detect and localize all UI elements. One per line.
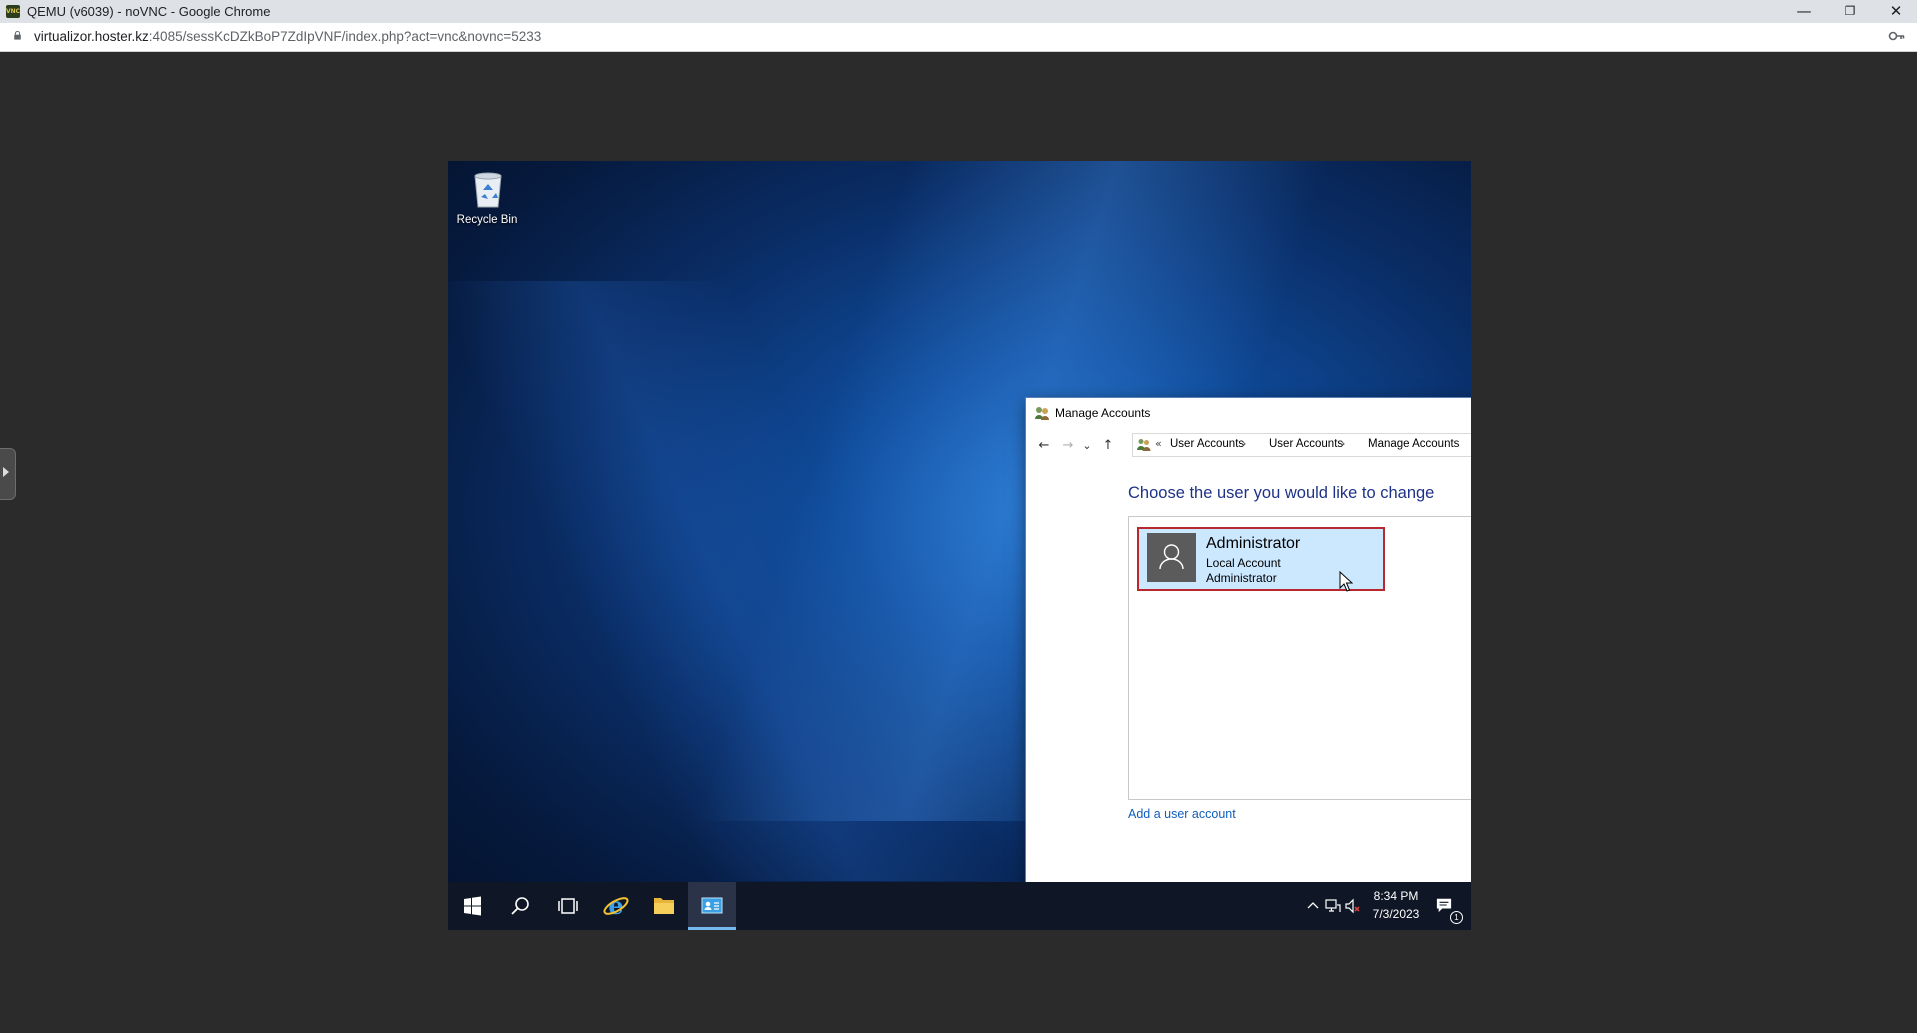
- svg-text:e: e: [608, 891, 623, 920]
- folder-icon: [654, 898, 674, 914]
- mouse-cursor-icon: [1339, 571, 1353, 592]
- browser-url[interactable]: virtualizor.hoster.kz:4085/sessKcDZkBoP7…: [34, 29, 541, 44]
- recycle-bin-label: Recycle Bin: [456, 214, 518, 226]
- taskbar: e 8:34 PM 7/3/2023 1: [448, 882, 1471, 930]
- url-host: virtualizor.hoster.kz: [34, 29, 149, 44]
- breadcrumb-separator[interactable]: ›: [1341, 437, 1345, 450]
- address-breadcrumb-bar[interactable]: « User Accounts › User Accounts › Manage…: [1132, 433, 1471, 457]
- search-button[interactable]: [496, 882, 544, 930]
- control-panel-icon: [701, 897, 723, 914]
- recycle-bin-shortcut[interactable]: Recycle Bin: [452, 168, 522, 234]
- forward-button[interactable]: →: [1058, 436, 1078, 456]
- recent-locations-button[interactable]: ⌄: [1077, 436, 1097, 456]
- breadcrumb-manage-accounts[interactable]: Manage Accounts: [1368, 438, 1459, 450]
- window-title: Manage Accounts: [1055, 406, 1151, 420]
- breadcrumb-overflow-button[interactable]: «: [1155, 437, 1162, 450]
- windows-logo-icon: [464, 896, 481, 916]
- account-list: Administrator Local Account Administrato…: [1128, 516, 1471, 800]
- control-panel-icon: [1137, 439, 1151, 451]
- control-panel-taskbar-button[interactable]: [688, 882, 736, 930]
- recycle-bin-icon: [474, 172, 502, 208]
- user-silhouette-icon: [1159, 544, 1184, 570]
- novnc-control-bar-handle[interactable]: [0, 448, 16, 500]
- key-icon[interactable]: [1888, 29, 1906, 43]
- page-heading: Choose the user you would like to change: [1128, 484, 1435, 502]
- account-name: Administrator: [1206, 535, 1301, 552]
- network-icon[interactable]: [1325, 896, 1341, 916]
- task-view-icon: [558, 898, 578, 914]
- action-center-icon[interactable]: [1436, 895, 1452, 915]
- add-user-account-link[interactable]: Add a user account: [1128, 807, 1236, 821]
- expand-arrow-icon: [3, 467, 9, 477]
- task-view-button[interactable]: [544, 882, 592, 930]
- internet-explorer-icon: e: [603, 891, 629, 920]
- user-accounts-icon: [1035, 407, 1049, 420]
- novnc-favicon-icon: VNC: [6, 5, 20, 18]
- clock-date[interactable]: 7/3/2023: [1366, 907, 1426, 921]
- file-explorer-button[interactable]: [640, 882, 688, 930]
- browser-restore-button[interactable]: ❐: [1827, 0, 1873, 23]
- browser-address-bar[interactable]: virtualizor.hoster.kz:4085/sessKcDZkBoP7…: [0, 23, 1917, 52]
- window-title-bar[interactable]: Manage Accounts — ☐ ✕: [1026, 398, 1471, 428]
- breadcrumb-user-accounts[interactable]: User Accounts: [1170, 438, 1244, 450]
- browser-minimize-button[interactable]: —: [1781, 0, 1827, 23]
- remote-desktop[interactable]: Recycle Bin Manage Accounts — ☐ ✕ ← → ⌄ …: [448, 161, 1471, 930]
- browser-close-button[interactable]: ✕: [1873, 0, 1917, 23]
- account-role: Administrator: [1206, 571, 1277, 585]
- browser-window-title: QEMU (v6039) - noVNC - Google Chrome: [27, 4, 271, 19]
- manage-accounts-window: Manage Accounts — ☐ ✕ ← → ⌄ ↑ « User Acc…: [1026, 398, 1471, 930]
- url-path: :4085/sessKcDZkBoP7ZdIpVNF/index.php?act…: [148, 29, 542, 44]
- up-button[interactable]: ↑: [1098, 436, 1118, 456]
- back-button[interactable]: ←: [1034, 436, 1054, 456]
- avatar: [1147, 533, 1196, 582]
- breadcrumb-separator[interactable]: ›: [1242, 437, 1246, 450]
- account-type: Local Account: [1206, 556, 1281, 570]
- volume-muted-icon[interactable]: [1344, 896, 1360, 916]
- internet-explorer-button[interactable]: e: [592, 882, 640, 930]
- start-button[interactable]: [448, 882, 496, 930]
- notification-count-badge: 1: [1450, 911, 1463, 924]
- show-hidden-icons-chevron-icon[interactable]: [1305, 896, 1321, 916]
- browser-title-bar: VNC QEMU (v6039) - noVNC - Google Chrome…: [0, 0, 1917, 23]
- clock-time[interactable]: 8:34 PM: [1366, 889, 1426, 903]
- breadcrumb-user-accounts-sub[interactable]: User Accounts: [1269, 438, 1343, 450]
- search-icon: [511, 897, 529, 915]
- active-indicator: [688, 927, 736, 930]
- lock-icon[interactable]: [13, 31, 22, 40]
